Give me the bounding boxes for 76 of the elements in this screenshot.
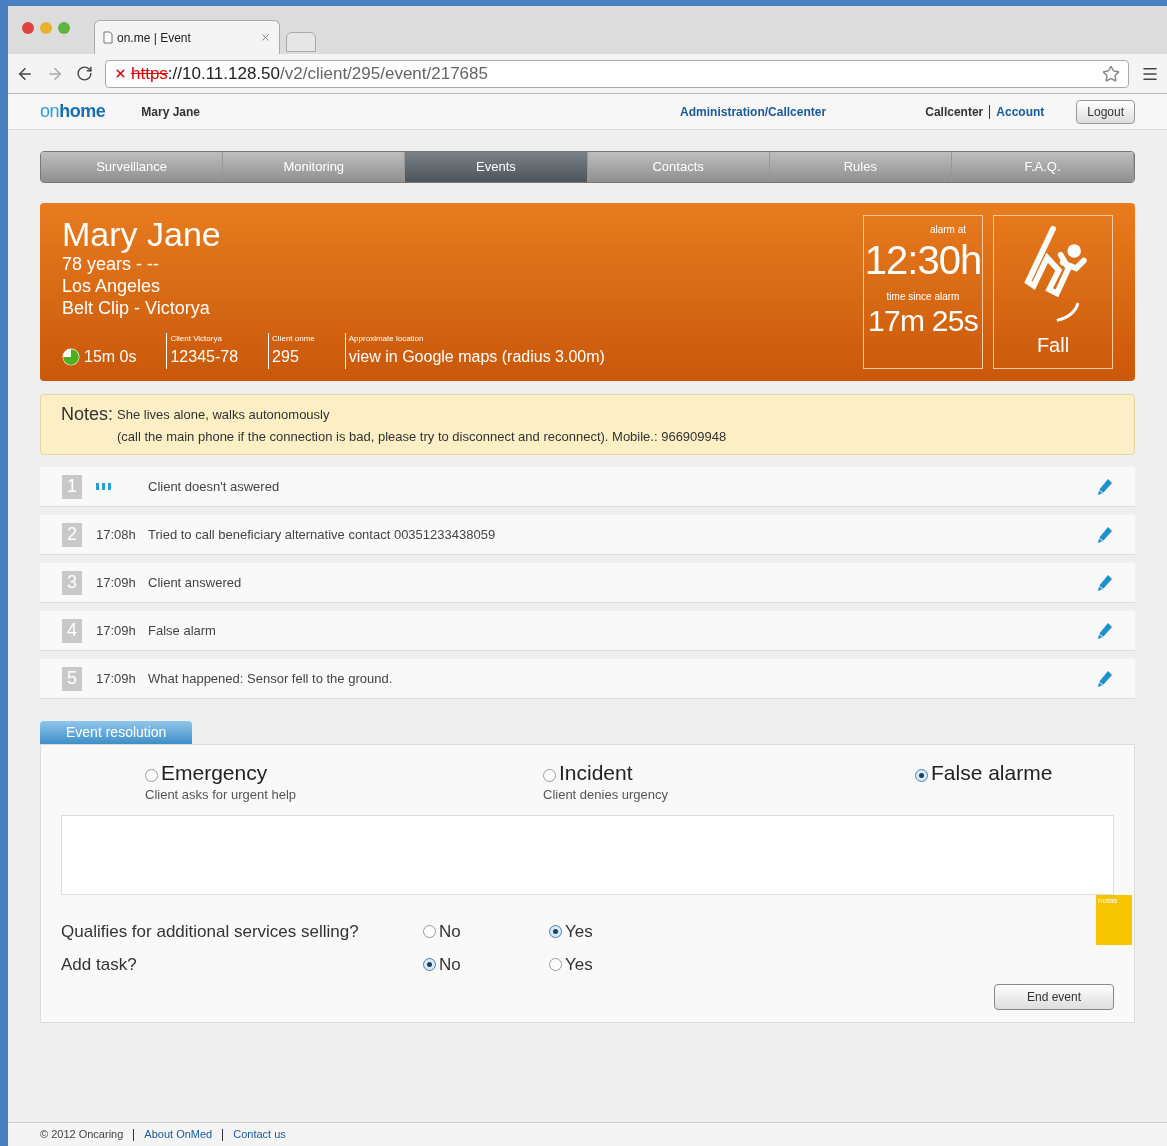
notes-label: Notes: <box>61 403 114 426</box>
event-time: 17:09h <box>96 621 134 640</box>
pencil-icon[interactable] <box>1097 621 1113 640</box>
since-value: 17m 25s <box>868 304 978 338</box>
event-time: 17:09h <box>96 573 134 592</box>
account-link[interactable]: Account <box>996 102 1045 121</box>
field-value[interactable]: view in Google maps (radius 3.00m) <box>348 345 605 369</box>
choice-label[interactable]: Yes <box>565 918 593 944</box>
pencil-icon[interactable] <box>1097 525 1113 544</box>
field-label: Client Victorya <box>170 333 223 345</box>
zoom-window-icon[interactable] <box>58 22 70 34</box>
alarm-label: alarm at <box>929 223 967 237</box>
radio-button[interactable] <box>549 924 562 938</box>
option-label[interactable]: Emergency <box>161 761 268 785</box>
event-type: Fall <box>1036 333 1070 358</box>
radio-button[interactable] <box>145 769 158 782</box>
alarm-time: 12:30h <box>864 237 982 283</box>
notes-text: (call the main phone if the connection is bad, please try to disconnect and reconnect). Mobile.: 966909948 <box>117 428 727 446</box>
url-text: https://10.11.128.50/v2/client/295/event/217685 <box>131 62 488 85</box>
event-text: Client answered <box>148 573 243 592</box>
client-name: Mary Jane <box>62 215 222 253</box>
client-detail: Los Angeles <box>62 275 162 297</box>
page-icon <box>103 31 113 44</box>
radio-button[interactable] <box>543 769 556 782</box>
callcenter-link[interactable]: Callcenter <box>925 102 984 121</box>
since-label: time since alarm <box>886 290 960 304</box>
copyright-text: © 2012 Oncaring <box>40 1127 124 1143</box>
client-detail: 78 years - -- <box>62 253 161 275</box>
radio-button[interactable] <box>423 958 436 972</box>
event-text: False alarm <box>148 621 217 640</box>
logout-button[interactable]: Logout <box>1076 99 1135 124</box>
field-label: Approximate location <box>348 333 425 345</box>
pencil-icon[interactable] <box>1097 477 1113 496</box>
pending-bars-icon <box>96 483 111 490</box>
footer-link[interactable]: About OnMed <box>144 1126 213 1143</box>
option-label[interactable]: False alarme <box>931 761 1053 785</box>
end-event-button[interactable]: End event <box>994 983 1114 1010</box>
option-hint: Client denies urgency <box>543 786 670 804</box>
admin-link[interactable]: Administration/Callcenter <box>680 102 827 121</box>
field-label: Client onme <box>272 333 315 345</box>
new-tab-button[interactable] <box>286 32 316 52</box>
option-label[interactable]: Incident <box>559 761 633 785</box>
event-text: Client doesn't aswered <box>148 477 281 496</box>
close-window-icon[interactable] <box>22 22 34 34</box>
choice-label[interactable]: No <box>439 918 461 944</box>
footer-link[interactable]: Contact us <box>233 1126 286 1143</box>
client-detail: Belt Clip - Victorya <box>62 297 211 319</box>
event-text: Tried to call beneficiary alternative contact 00351233438059 <box>148 525 497 544</box>
close-tab-icon[interactable] <box>260 32 271 43</box>
question-label: Qualifies for additional services selling? <box>61 920 360 943</box>
option-hint: Client asks for urgent help <box>145 786 298 804</box>
radio-button[interactable] <box>915 769 928 782</box>
radio-button[interactable] <box>549 958 562 972</box>
timer-pie-icon <box>62 348 80 366</box>
field-value: 12345-78 <box>170 347 239 367</box>
timer-text: 15m 0s <box>84 347 137 367</box>
event-time: 17:08h <box>96 525 134 544</box>
field-value: 295 <box>272 347 300 367</box>
insecure-connection-icon <box>114 67 127 80</box>
choice-label[interactable]: No <box>439 952 461 978</box>
question-label: Add task? <box>61 954 138 976</box>
address-bar[interactable]: https://10.11.128.50/v2/client/295/event/217685 <box>105 59 1129 88</box>
choice-label[interactable]: Yes <box>565 952 593 978</box>
logo[interactable]: onhome <box>40 98 106 125</box>
user-name: Mary Jane <box>141 103 201 121</box>
tab-title: on.me | Event <box>117 29 192 47</box>
nav-tab[interactable]: Events <box>405 152 588 182</box>
pencil-icon[interactable] <box>1097 669 1113 688</box>
browser-tab[interactable]: on.me | Event <box>94 20 280 54</box>
star-icon[interactable] <box>1102 64 1120 83</box>
radio-button[interactable] <box>423 924 436 938</box>
pencil-icon[interactable] <box>1097 573 1113 592</box>
reload-icon[interactable] <box>76 65 93 82</box>
event-text: What happened: Sensor fell to the ground. <box>148 669 394 688</box>
event-time: 17:09h <box>96 669 134 688</box>
notes-text: She lives alone, walks autonomously <box>117 406 331 424</box>
